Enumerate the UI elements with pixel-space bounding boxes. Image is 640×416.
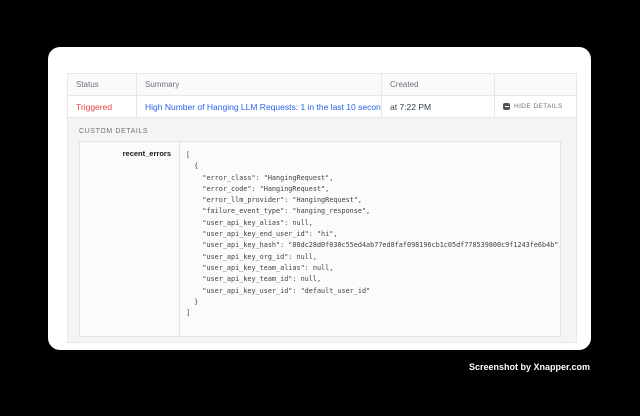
- alert-summary-link[interactable]: High Number of Hanging LLM Requests: 1 i…: [145, 102, 381, 112]
- details-key-value-panel: recent_errors [ { "error_class": "Hangin…: [79, 141, 561, 337]
- hide-details-label: HIDE DETAILS: [514, 103, 563, 110]
- details-value-cell: [ { "error_class": "HangingRequest", "er…: [180, 142, 560, 336]
- created-cell: at 7:22 PM: [381, 96, 494, 117]
- custom-details-title: CUSTOM DETAILS: [68, 118, 576, 135]
- created-timestamp: at 7:22 PM: [390, 102, 431, 112]
- alert-card: Status Summary Created Triggered High Nu…: [48, 47, 591, 350]
- screenshot-credit: Screenshot by Xnapper.com: [469, 362, 590, 372]
- column-header-status: Status: [68, 74, 136, 95]
- column-header-actions: [494, 74, 576, 95]
- actions-cell: HIDE DETAILS: [494, 96, 576, 117]
- hide-details-button[interactable]: HIDE DETAILS: [503, 103, 563, 110]
- table-row: Triggered High Number of Hanging LLM Req…: [68, 96, 576, 118]
- details-key-label: recent_errors: [80, 142, 180, 336]
- recent-errors-json: [ { "error_class": "HangingRequest", "er…: [180, 142, 560, 319]
- custom-details-section: CUSTOM DETAILS recent_errors [ { "error_…: [68, 118, 576, 342]
- status-badge: Triggered: [76, 102, 112, 112]
- summary-cell: High Number of Hanging LLM Requests: 1 i…: [136, 96, 381, 117]
- minus-square-icon: [503, 103, 510, 110]
- status-cell: Triggered: [68, 96, 136, 117]
- column-header-created: Created: [381, 74, 494, 95]
- table-header-row: Status Summary Created: [68, 74, 576, 96]
- alert-table: Status Summary Created Triggered High Nu…: [67, 73, 577, 343]
- column-header-summary: Summary: [136, 74, 381, 95]
